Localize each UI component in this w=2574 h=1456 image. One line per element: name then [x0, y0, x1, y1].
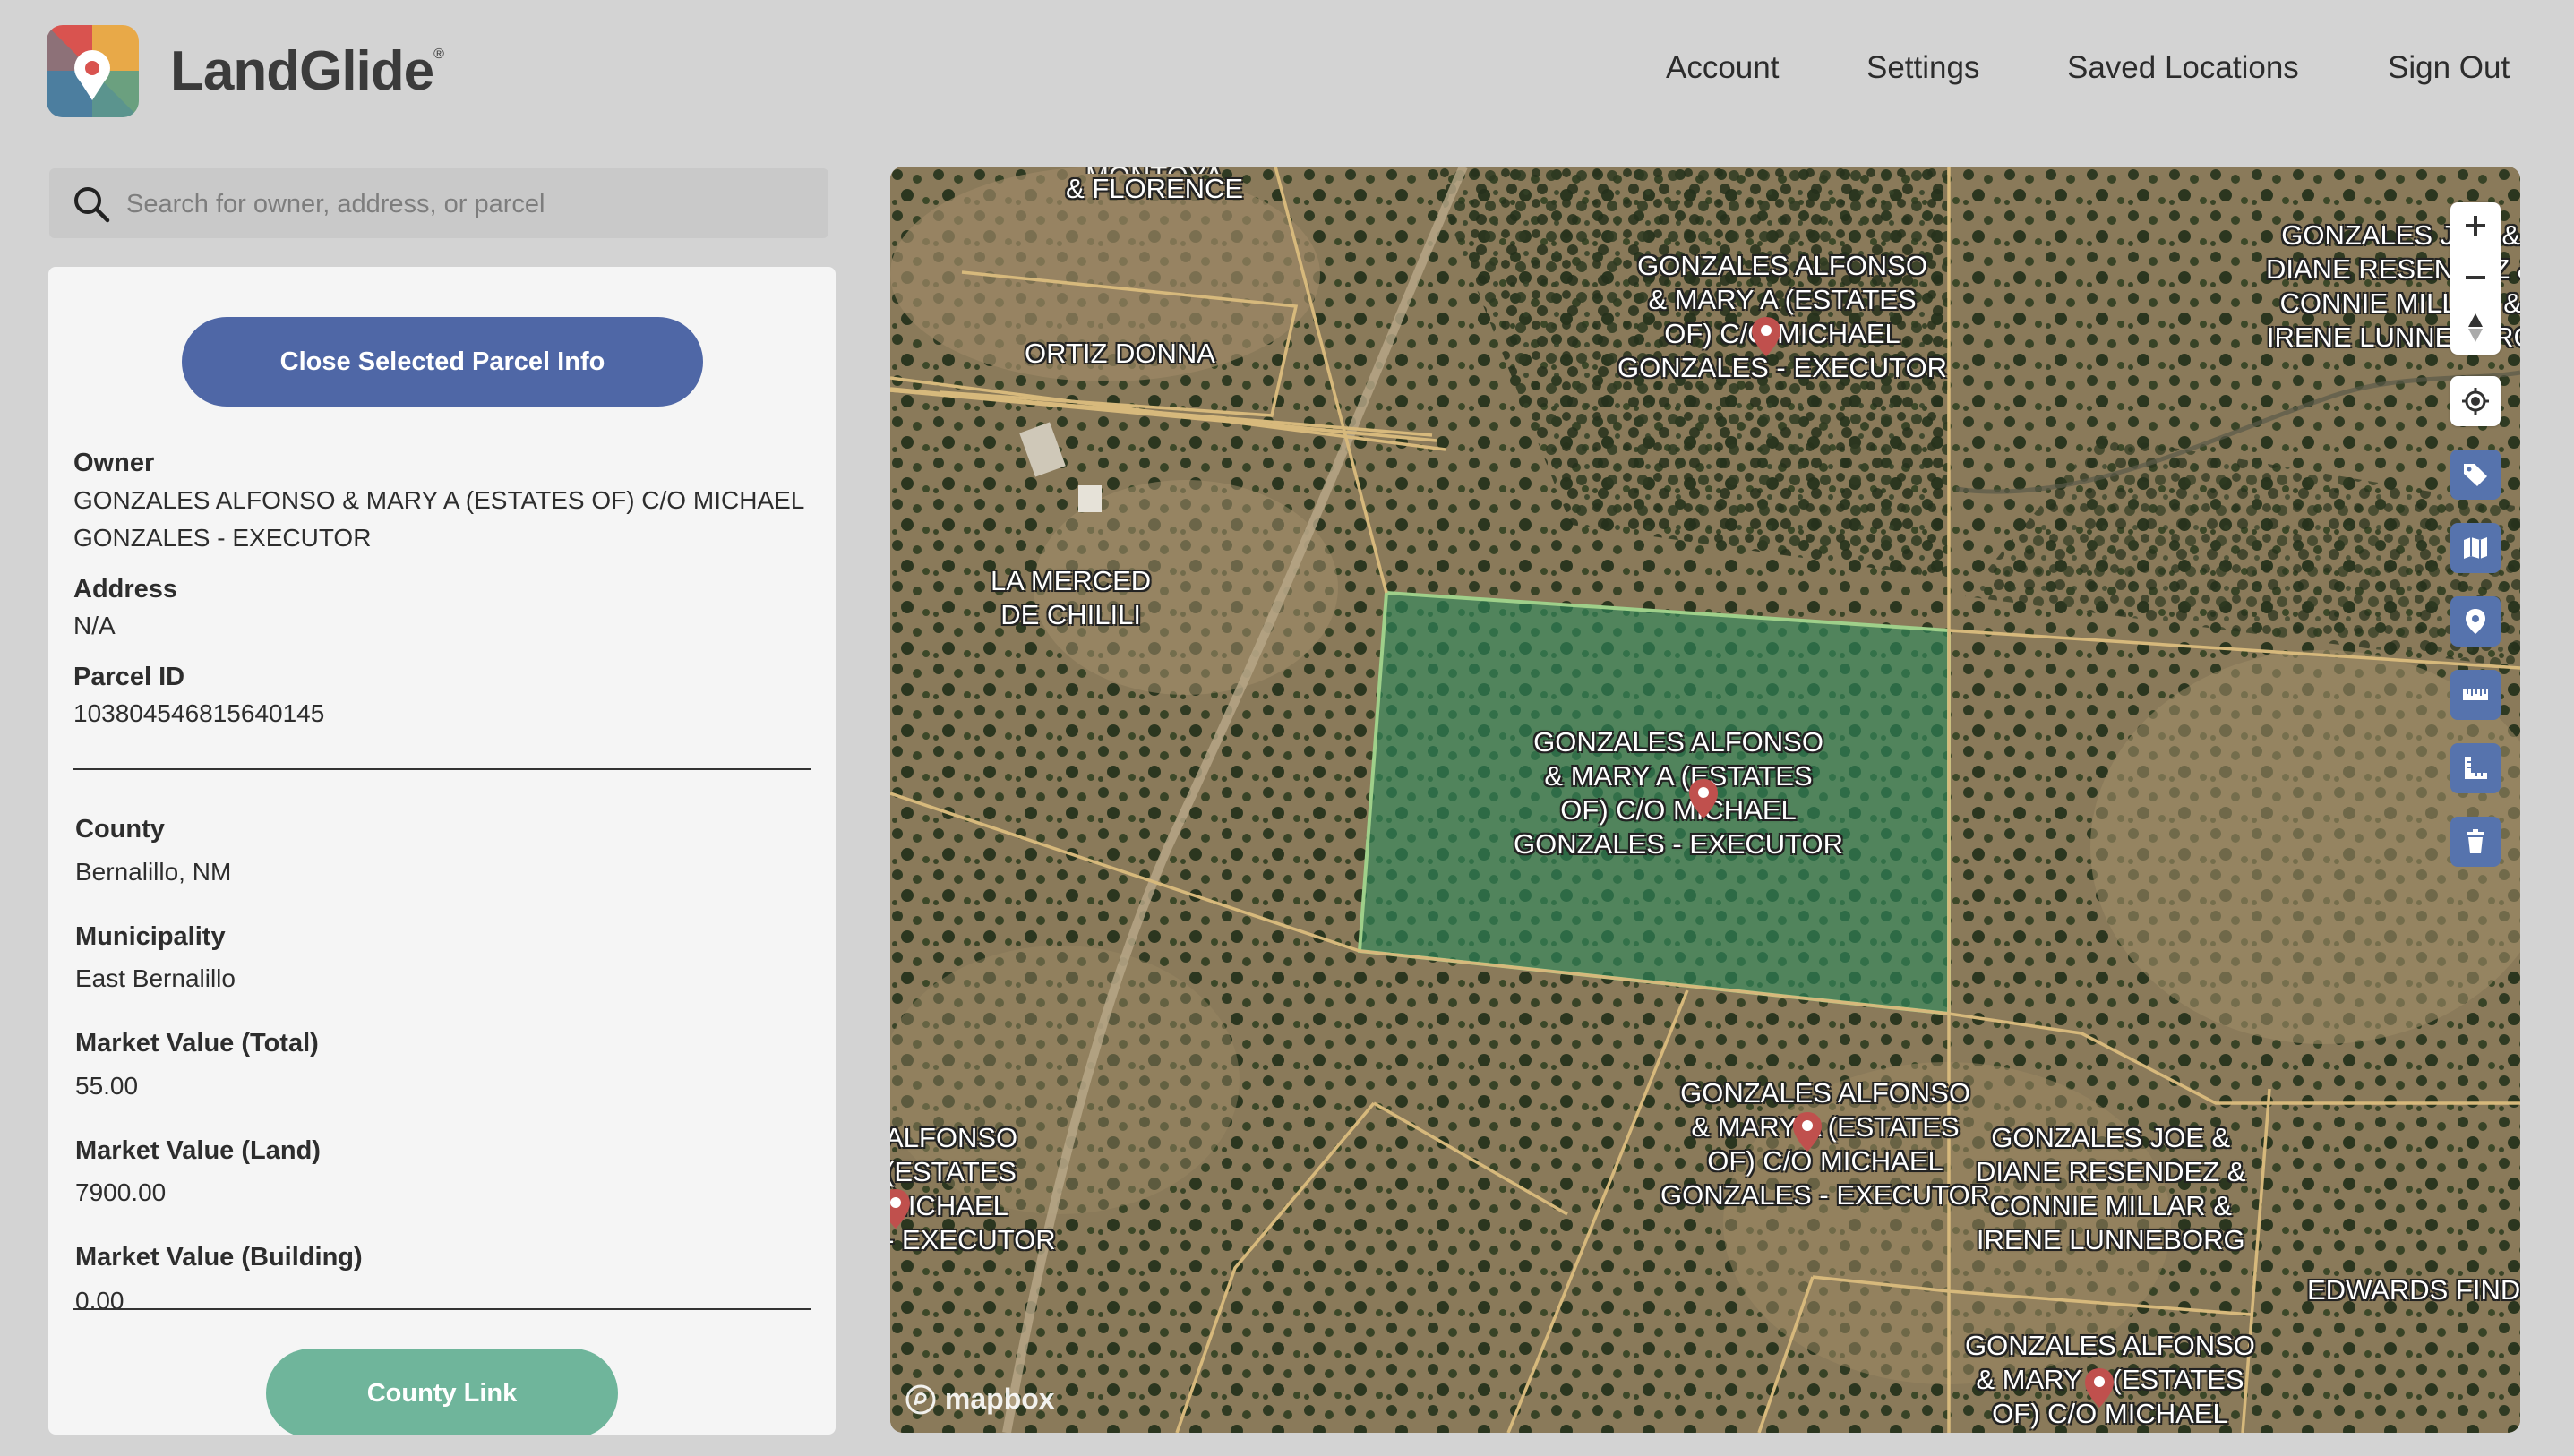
address-label: Address [73, 575, 178, 604]
pin-icon [2466, 609, 2485, 634]
market-value-land-label: Market Value (Land) [75, 1136, 321, 1165]
location-pin-icon[interactable] [1791, 1110, 1823, 1153]
county-value: Bernalillo, NM [75, 858, 232, 886]
nav-settings[interactable]: Settings [1866, 50, 1979, 86]
close-parcel-info-button[interactable]: Close Selected Parcel Info [182, 317, 703, 407]
location-pin-icon[interactable] [890, 1187, 912, 1230]
brand-name: LandGlide® [170, 40, 444, 102]
owner-label: Owner [73, 449, 155, 477]
municipality-value: East Bernalillo [75, 964, 236, 992]
tag-icon [2464, 464, 2487, 486]
parcel-label: EDWARDS FINDL [2307, 1274, 2520, 1306]
parcel-label: GONZALES JOE & DIANE RESENDEZ & CONNIE M… [1976, 1122, 2246, 1255]
tag-button[interactable] [2450, 450, 2501, 500]
search-bar[interactable] [49, 168, 828, 240]
county-label: County [75, 815, 165, 844]
location-pin-icon[interactable] [2083, 1366, 2115, 1409]
crosshair-icon [2462, 388, 2489, 415]
market-value-land-value: 7900.00 [75, 1178, 167, 1206]
market-value-total-label: Market Value (Total) [75, 1029, 319, 1058]
parcel-info-panel: Close Selected Parcel Info Owner GONZALE… [48, 267, 836, 1435]
location-pin-icon[interactable] [1750, 315, 1782, 358]
measure-distance-button[interactable] [2450, 670, 2501, 720]
nav-saved-locations[interactable]: Saved Locations [2067, 50, 2299, 86]
market-value-building-label: Market Value (Building) [75, 1243, 363, 1272]
location-pin-icon[interactable] [1687, 777, 1720, 820]
nav-account[interactable]: Account [1666, 50, 1779, 86]
zoom-out-icon[interactable] [2463, 265, 2488, 290]
parcel-label: ALFONSO (ESTATES MICHAEL - EXECUTOR [890, 1122, 1056, 1255]
parcel-id-label: Parcel ID [73, 663, 185, 691]
ruler-icon [2463, 689, 2488, 700]
search-input[interactable] [124, 168, 809, 240]
owner-value: GONZALES ALFONSO & MARY A (ESTATES OF) C… [73, 486, 804, 552]
county-link-button[interactable]: County Link [266, 1349, 618, 1435]
zoom-in-icon[interactable] [2463, 213, 2488, 238]
map-layers-button[interactable] [2450, 523, 2501, 573]
municipality-label: Municipality [75, 922, 226, 951]
market-value-building-value: 0.00 [75, 1287, 124, 1309]
area-ruler-icon [2465, 757, 2487, 779]
market-value-total-value: 55.00 [75, 1072, 139, 1100]
map-view[interactable]: MONTOYA& FLORENCE ORTIZ DONNA LA MERCED … [890, 167, 2520, 1433]
parcel-label: LA MERCED DE CHILILI [991, 565, 1152, 630]
landglide-logo[interactable] [47, 25, 139, 117]
mapbox-attribution[interactable]: mapbox [905, 1381, 1055, 1416]
address-value: N/A [73, 612, 116, 639]
parcel-id-value: 103804546815640145 [73, 699, 325, 727]
drop-pin-button[interactable] [2450, 596, 2501, 647]
parcel-label: ORTIZ DONNA [1025, 338, 1215, 369]
delete-button[interactable] [2450, 817, 2501, 867]
nav-sign-out[interactable]: Sign Out [2388, 50, 2510, 86]
parcel-label: MONTOYA& FLORENCE [1066, 167, 1244, 204]
parcel-label: GONZALES ALFONSO & MARY A (ESTATES OF) C… [1660, 1077, 1991, 1211]
locate-button[interactable] [2450, 376, 2501, 426]
parcel-label: GONZALES ALFONSO & MARY A (ESTATES OF) C… [1617, 250, 1948, 383]
trash-icon [2467, 829, 2484, 853]
divider [73, 1308, 811, 1310]
measure-area-button[interactable] [2450, 743, 2501, 793]
search-icon [74, 187, 110, 223]
divider [73, 768, 811, 770]
parcel-label-selected: GONZALES ALFONSO & MARY A (ESTATES OF) C… [1514, 726, 1844, 860]
compass-icon[interactable] [2465, 312, 2486, 344]
map-icon [2464, 537, 2487, 559]
mapbox-logo-icon [905, 1384, 936, 1415]
zoom-controls [2450, 202, 2501, 355]
